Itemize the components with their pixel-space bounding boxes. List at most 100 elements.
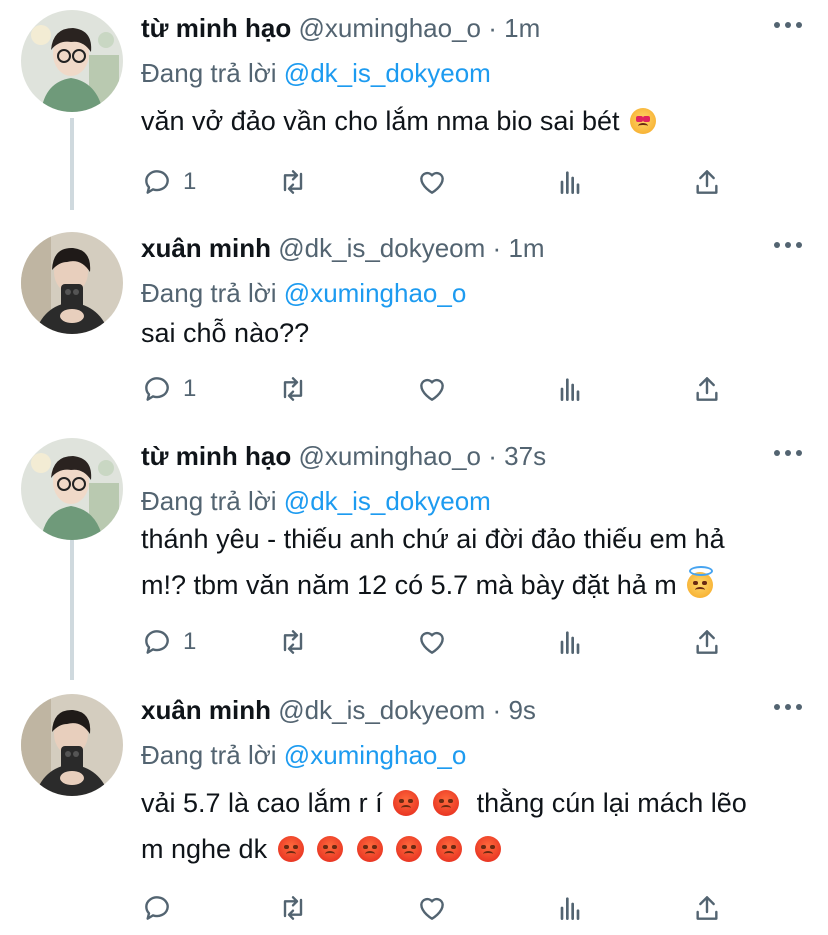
retweet-button[interactable]: [277, 369, 309, 409]
username[interactable]: @xuminghao_o: [299, 441, 482, 471]
analytics-button[interactable]: [554, 162, 586, 202]
tweet[interactable]: từ minh hạo @xuminghao_o · 37s Đang trả …: [0, 436, 828, 676]
angry-face-emoji-icon: [432, 790, 459, 816]
tweet[interactable]: từ minh hạo @xuminghao_o · 1m Đang trả l…: [0, 8, 828, 208]
replying-to: Đang trả lời @dk_is_dokyeom: [141, 481, 491, 521]
share-button[interactable]: [691, 888, 723, 928]
reply-button[interactable]: 1: [141, 162, 196, 202]
text-line: m!? tbm văn năm 12 có 5.7 mà bày đặt hả …: [141, 570, 677, 600]
like-button[interactable]: [416, 888, 448, 928]
analytics-button[interactable]: [554, 888, 586, 928]
display-name[interactable]: từ minh hạo: [141, 441, 291, 471]
mention-link[interactable]: @dk_is_dokyeom: [284, 486, 491, 516]
replying-label: Đang trả lời: [141, 278, 277, 308]
text-line: sai chỗ nào??: [141, 318, 310, 348]
share-icon: [696, 896, 718, 920]
share-button[interactable]: [691, 162, 723, 202]
text-line: thánh yêu - thiếu anh chứ ai đời đảo thi…: [141, 524, 725, 554]
analytics-icon: [560, 378, 580, 401]
action-bar: [141, 888, 741, 928]
separator: ·: [488, 13, 497, 43]
share-button[interactable]: [691, 369, 723, 409]
retweet-button[interactable]: [277, 622, 309, 662]
reply-button[interactable]: 1: [141, 622, 196, 662]
angry-face-emoji-icon: [393, 790, 420, 816]
replying-label: Đang trả lời: [141, 58, 277, 88]
analytics-icon: [560, 631, 580, 654]
action-bar: 1: [141, 369, 741, 409]
analytics-icon: [560, 897, 580, 920]
reply-icon: [145, 170, 169, 194]
text-line: vải 5.7 là cao lắm r í: [141, 788, 383, 818]
share-icon: [696, 170, 718, 194]
like-button[interactable]: [416, 369, 448, 409]
like-icon: [420, 378, 444, 401]
reply-button[interactable]: 1: [141, 369, 196, 409]
angry-face-emoji-icon: [317, 836, 344, 862]
like-icon: [420, 171, 444, 194]
avatar[interactable]: [21, 694, 123, 796]
analytics-button[interactable]: [554, 369, 586, 409]
tweet-text: thánh yêu - thiếu anh chứ ai đời đảo thi…: [141, 516, 821, 608]
replying-label: Đang trả lời: [141, 486, 277, 516]
separator: ·: [492, 695, 502, 725]
more-icon[interactable]: [774, 242, 802, 254]
reply-button[interactable]: [141, 888, 183, 928]
reply-icon: [145, 630, 169, 654]
tweet-header: xuân minh @dk_is_dokyeom · 9s: [141, 690, 758, 730]
reply-count: 1: [183, 168, 197, 195]
mention-link[interactable]: @dk_is_dokyeom: [284, 58, 491, 88]
display-name[interactable]: xuân minh: [141, 233, 271, 263]
angry-face-emoji-icon: [396, 836, 423, 862]
display-name[interactable]: từ minh hạo: [141, 13, 291, 43]
timestamp[interactable]: 9s: [508, 695, 535, 725]
separator: ·: [488, 441, 497, 471]
tweet-text: vải 5.7 là cao lắm r í thằng cún lại mác…: [141, 780, 821, 872]
username[interactable]: @dk_is_dokyeom: [278, 233, 485, 263]
tweet-text: văn vở đảo vần cho lắm nma bio sai bét: [141, 98, 821, 144]
share-button[interactable]: [691, 622, 723, 662]
like-button[interactable]: [416, 622, 448, 662]
more-icon[interactable]: [774, 704, 802, 716]
retweet-button[interactable]: [277, 162, 309, 202]
display-name[interactable]: xuân minh: [141, 695, 271, 725]
timestamp[interactable]: 37s: [504, 441, 546, 471]
text-line: văn vở đảo vần cho lắm nma bio sai bét: [141, 106, 620, 136]
reply-count: 1: [183, 375, 197, 402]
replying-to: Đang trả lời @xuminghao_o: [141, 273, 466, 313]
mention-link[interactable]: @xuminghao_o: [284, 278, 467, 308]
username[interactable]: @dk_is_dokyeom: [278, 695, 485, 725]
action-bar: 1: [141, 162, 741, 202]
retweet-button[interactable]: [277, 888, 309, 928]
retweet-icon: [283, 377, 303, 401]
more-icon[interactable]: [774, 450, 802, 462]
like-button[interactable]: [416, 162, 448, 202]
tweet-header: từ minh hạo @xuminghao_o · 37s: [141, 436, 758, 476]
share-icon: [696, 630, 718, 654]
avatar[interactable]: [21, 232, 123, 334]
analytics-button[interactable]: [554, 622, 586, 662]
reply-icon: [145, 896, 169, 920]
tweet-header: xuân minh @dk_is_dokyeom · 1m: [141, 228, 758, 268]
retweet-icon: [283, 896, 303, 920]
text-line: m nghe dk: [141, 834, 268, 864]
timestamp[interactable]: 1m: [504, 13, 540, 43]
avatar[interactable]: [21, 10, 123, 112]
replying-to: Đang trả lời @dk_is_dokyeom: [141, 53, 491, 93]
share-icon: [696, 377, 718, 401]
replying-to: Đang trả lời @xuminghao_o: [141, 735, 466, 775]
avatar[interactable]: [21, 438, 123, 540]
like-icon: [420, 897, 444, 920]
angry-face-emoji-icon: [356, 836, 383, 862]
retweet-icon: [283, 630, 303, 654]
tweet[interactable]: xuân minh @dk_is_dokyeom · 9s Đang trả l…: [0, 690, 828, 935]
action-bar: 1: [141, 622, 741, 662]
more-icon[interactable]: [774, 22, 802, 34]
mention-link[interactable]: @xuminghao_o: [284, 740, 467, 770]
angry-face-emoji-icon: [475, 836, 502, 862]
tweet[interactable]: xuân minh @dk_is_dokyeom · 1m Đang trả l…: [0, 228, 828, 428]
timestamp[interactable]: 1m: [508, 233, 544, 263]
angry-face-emoji-icon: [435, 836, 462, 862]
username[interactable]: @xuminghao_o: [299, 13, 482, 43]
reply-count: 1: [183, 628, 197, 655]
